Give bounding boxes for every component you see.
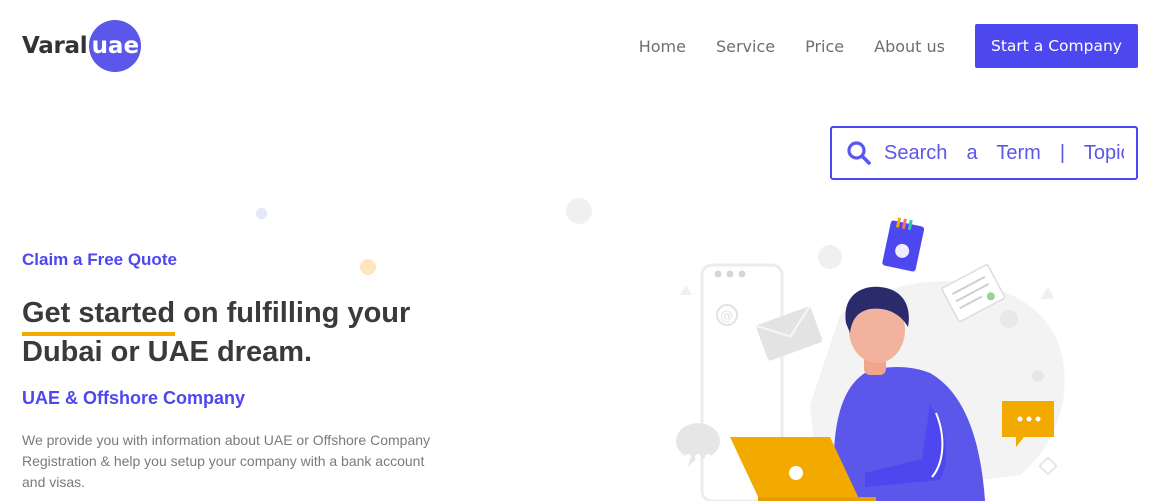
nav-about-us[interactable]: About us [874, 37, 945, 56]
headline-highlight: Get started [22, 294, 176, 336]
hero-headline: Get started on fulfilling your Dubai or … [22, 294, 462, 372]
decor-dot [566, 198, 592, 224]
search-input[interactable] [884, 141, 1124, 165]
brand-name: Varal [22, 33, 88, 59]
nav-home[interactable]: Home [639, 37, 686, 56]
decor-dot [256, 208, 267, 219]
claim-quote-link[interactable]: Claim a Free Quote [22, 250, 177, 270]
nav-price[interactable]: Price [805, 37, 844, 56]
svg-text:@: @ [720, 309, 733, 324]
hero-description: We provide you with information about UA… [22, 432, 431, 490]
decor-dot [360, 259, 376, 275]
search-icon[interactable] [846, 140, 872, 166]
start-company-button[interactable]: Start a Company [975, 24, 1138, 68]
brand-logo[interactable]: Varal uae [22, 20, 142, 72]
main-nav: Home Service Price About us Start a Comp… [639, 24, 1138, 68]
brand-badge: uae [89, 20, 142, 72]
hero-subhead: UAE & Offshore Company [22, 388, 246, 408]
nav-service[interactable]: Service [716, 37, 775, 56]
hero-illustration: @ [675, 217, 1065, 501]
search-box[interactable] [830, 126, 1138, 180]
